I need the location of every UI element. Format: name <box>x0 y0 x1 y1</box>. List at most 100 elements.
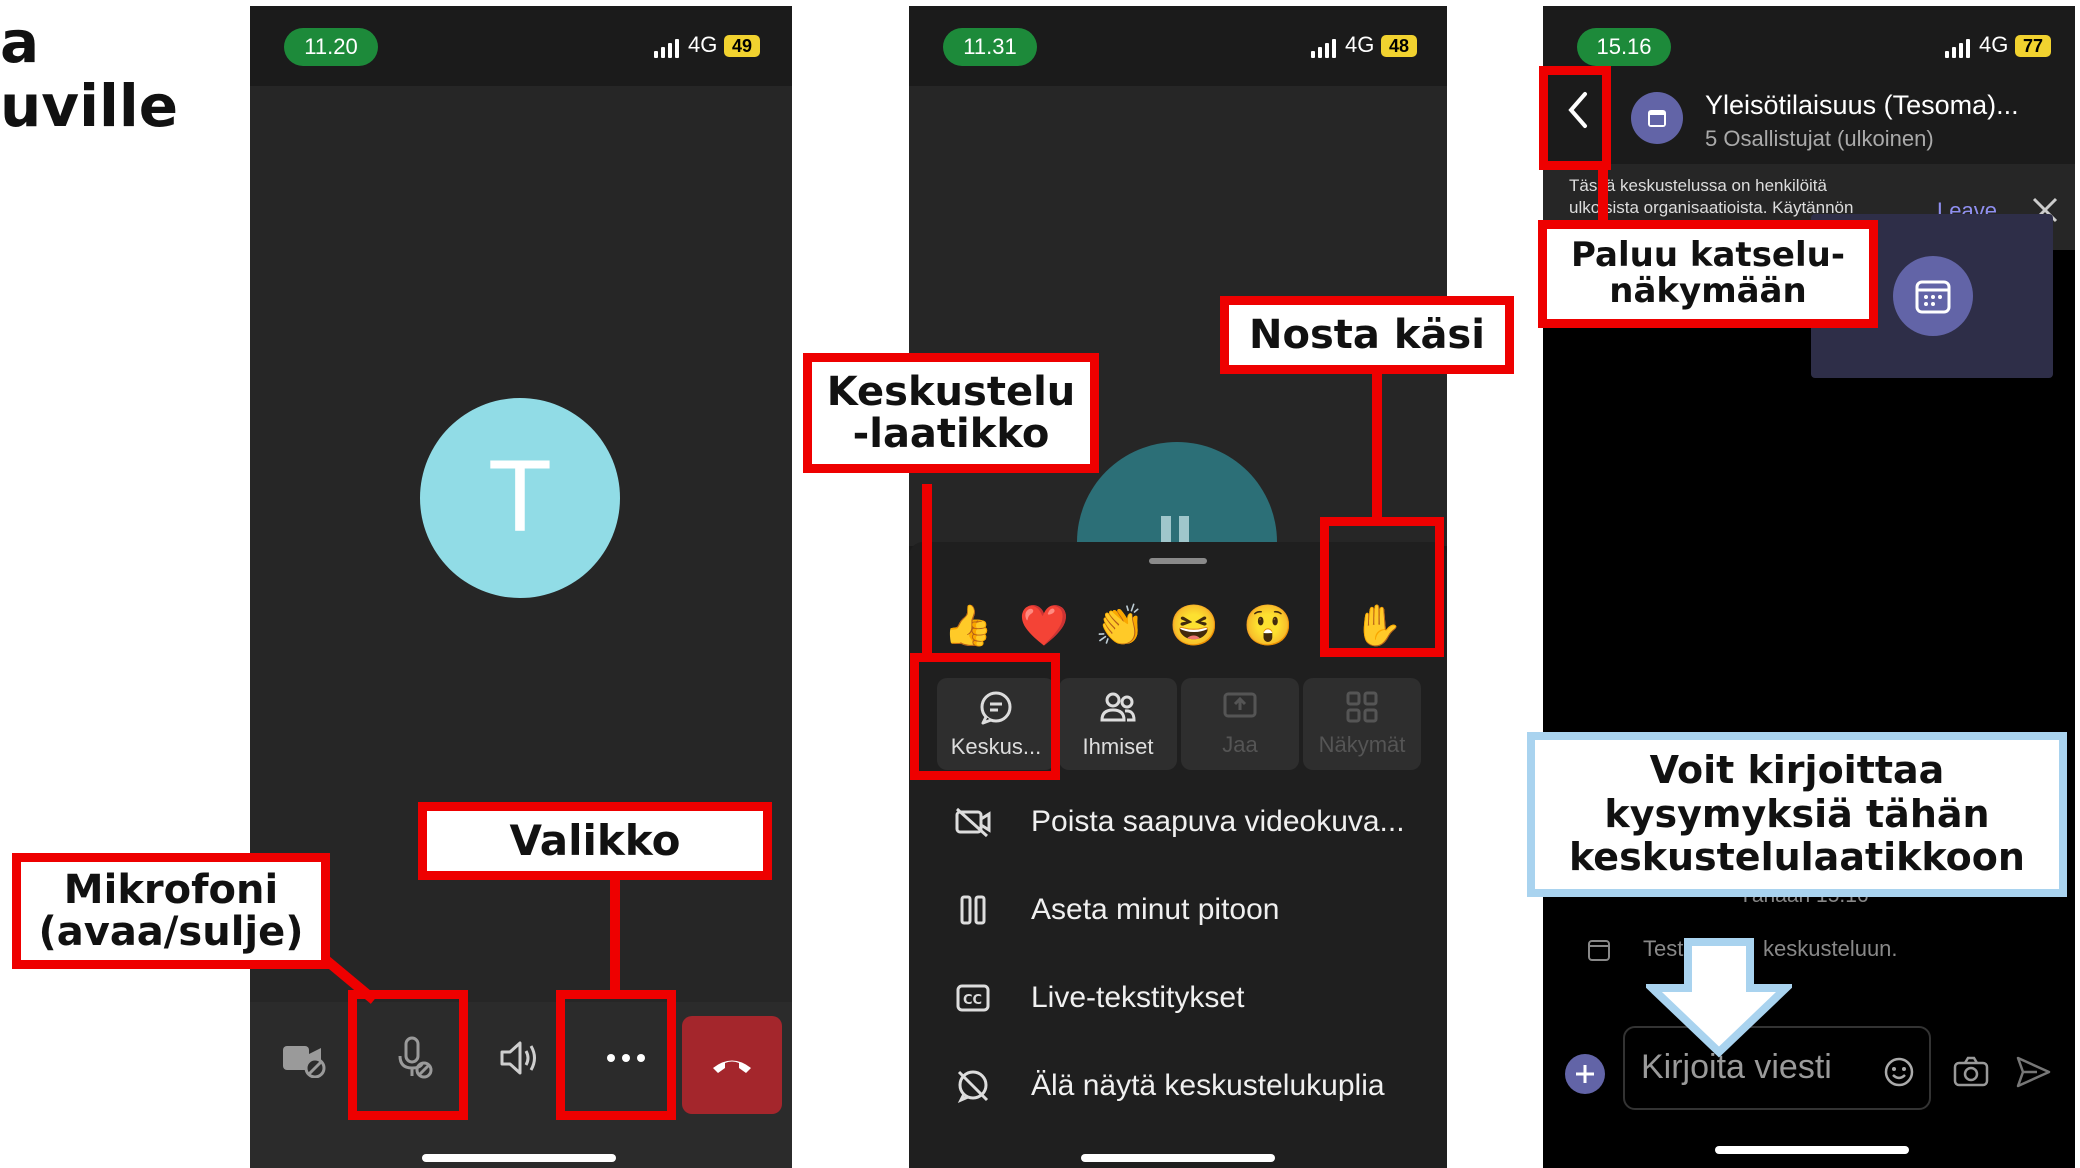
callout-paluu-line-2: näkymään <box>1609 271 1807 311</box>
down-arrow-icon <box>1646 938 1792 1058</box>
surprised-icon: 😲 <box>1243 603 1293 648</box>
callout-voit-kirjoittaa: Voit kirjoittaa kysymyksiä tähän keskust… <box>1527 732 2067 897</box>
calendar-icon <box>1588 940 1610 961</box>
slide-title: a uville <box>0 10 178 138</box>
network-label: 4G <box>1345 32 1375 57</box>
share-tile-label: Jaa <box>1222 732 1258 757</box>
laugh-icon: 😆 <box>1169 603 1219 648</box>
menu-highlight <box>556 990 676 1120</box>
callout-voit-line-1: Voit kirjoittaa <box>1649 747 1945 792</box>
signal-icon <box>654 36 679 58</box>
sheet-handle[interactable] <box>1149 558 1207 564</box>
callout-valikko: Valikko <box>418 802 772 880</box>
callout-voit-line-2: kysymyksiä tähän <box>1604 791 1990 836</box>
views-tile[interactable]: Näkymät <box>1303 678 1421 770</box>
mic-highlight <box>348 990 468 1120</box>
network-label: 4G <box>688 32 718 57</box>
callout-paluu: Paluu katselu- näkymään <box>1538 220 1878 328</box>
callout-mikrofoni: Mikrofoni (avaa/sulje) <box>12 853 330 969</box>
menu-item-captions[interactable]: CC Live-tekstitykset <box>909 958 1447 1038</box>
status-time: 11.20 <box>284 28 378 66</box>
reaction-heart[interactable]: ❤️ <box>1015 596 1073 654</box>
reaction-surprised[interactable]: 😲 <box>1239 596 1297 654</box>
heart-icon: ❤️ <box>1019 603 1069 648</box>
views-tile-label: Näkymät <box>1318 732 1406 757</box>
nosta-connector <box>1372 364 1382 520</box>
callout-valikko-text: Valikko <box>509 815 681 865</box>
menu-item-label: Poista saapuva videokuva... <box>1031 805 1405 838</box>
people-icon <box>1100 692 1136 722</box>
reaction-like[interactable]: 👍 <box>939 596 997 654</box>
menu-item-hold[interactable]: Aseta minut pitoon <box>909 870 1447 950</box>
valikko-connector <box>610 870 620 992</box>
people-tile-label: Ihmiset <box>1082 734 1154 759</box>
captions-icon: CC <box>956 984 990 1012</box>
callout-voit-line-3: keskustelulaatikkoon <box>1569 835 2025 880</box>
home-indicator <box>1715 1146 1909 1154</box>
avatar-letter: T <box>490 442 550 554</box>
mikrofoni-connector <box>322 956 378 1004</box>
reaction-laugh[interactable]: 😆 <box>1165 596 1223 654</box>
home-indicator <box>1081 1154 1275 1162</box>
menu-item-label: Live-tekstitykset <box>1031 981 1245 1014</box>
slide-title-line-1: a <box>0 8 40 76</box>
camera-toggle-button[interactable] <box>276 1030 332 1086</box>
camera-button[interactable] <box>1951 1052 1991 1092</box>
system-message: Test keskusteluun. <box>1543 932 2075 972</box>
emoji-icon[interactable] <box>1883 1056 1915 1088</box>
raise-hand-highlight <box>1320 517 1444 657</box>
add-attachment-button[interactable] <box>1565 1054 1605 1094</box>
battery-icon: 77 <box>2015 35 2051 57</box>
reaction-applause[interactable]: 👏 <box>1091 596 1149 654</box>
chat-title: Yleisötilaisuus (Tesoma)... <box>1705 90 2019 120</box>
battery-icon: 49 <box>724 35 760 57</box>
share-tile[interactable]: Jaa <box>1181 678 1299 770</box>
meeting-card-icon <box>1893 256 1973 336</box>
share-icon <box>1223 692 1257 718</box>
callout-mikrofoni-line-1: Mikrofoni <box>63 867 279 913</box>
chat-avatar <box>1631 92 1683 144</box>
speaker-button[interactable] <box>492 1030 548 1086</box>
callout-paluu-line-1: Paluu katselu- <box>1571 235 1845 276</box>
back-button-highlight <box>1539 66 1611 170</box>
home-indicator <box>422 1154 616 1162</box>
network-label: 4G <box>1979 32 2009 57</box>
grid-icon <box>1346 691 1378 723</box>
hang-up-button[interactable] <box>682 1016 782 1114</box>
callout-keskustelu-line-2: -laatikko <box>852 411 1050 457</box>
avatar: T <box>420 398 620 598</box>
send-button[interactable] <box>2013 1052 2053 1092</box>
signal-icon <box>1311 36 1336 58</box>
speaker-icon <box>500 1041 536 1075</box>
status-time: 11.31 <box>943 28 1037 66</box>
menu-item-disable-video[interactable]: Poista saapuva videokuva... <box>909 782 1447 862</box>
send-icon <box>2016 1056 2051 1088</box>
menu-item-label: Älä näytä keskustelukuplia <box>1031 1069 1385 1102</box>
callout-nosta-text: Nosta käsi <box>1249 312 1485 358</box>
clap-icon: 👏 <box>1095 603 1145 648</box>
chat-tile-highlight <box>910 653 1060 780</box>
status-bar: 11.31 4G 48 <box>909 6 1447 86</box>
video-off-icon <box>955 807 991 838</box>
menu-item-hide-bubbles[interactable]: Älä näytä keskustelukuplia <box>909 1046 1447 1126</box>
call-controls-bar <box>250 1002 792 1168</box>
status-time: 15.16 <box>1577 28 1671 66</box>
phone-chat-screen: 15.16 4G 77 Yleisötilaisuus (Tesoma)... … <box>1543 6 2075 1168</box>
callout-keskustelu-line-1: Keskustelu <box>826 369 1076 415</box>
callout-keskustelu: Keskustelu -laatikko <box>803 353 1099 473</box>
people-tile[interactable]: Ihmiset <box>1059 678 1177 770</box>
chat-off-icon <box>957 1070 989 1103</box>
battery-icon: 48 <box>1381 35 1417 57</box>
callout-nosta-kasi: Nosta käsi <box>1220 296 1514 374</box>
calendar-icon <box>1648 110 1666 127</box>
signal-icon <box>1945 36 1970 58</box>
camera-off-icon <box>283 1046 326 1078</box>
slide-title-line-2: uville <box>0 72 179 140</box>
calendar-icon <box>1915 280 1951 314</box>
menu-item-label: Aseta minut pitoon <box>1031 893 1280 926</box>
svg-text:CC: CC <box>963 993 982 1008</box>
hang-up-icon <box>713 1060 751 1073</box>
chat-header: Yleisötilaisuus (Tesoma)... 5 Osallistuj… <box>1543 66 2075 164</box>
pause-icon <box>960 895 986 925</box>
thumbs-up-icon: 👍 <box>943 603 993 648</box>
